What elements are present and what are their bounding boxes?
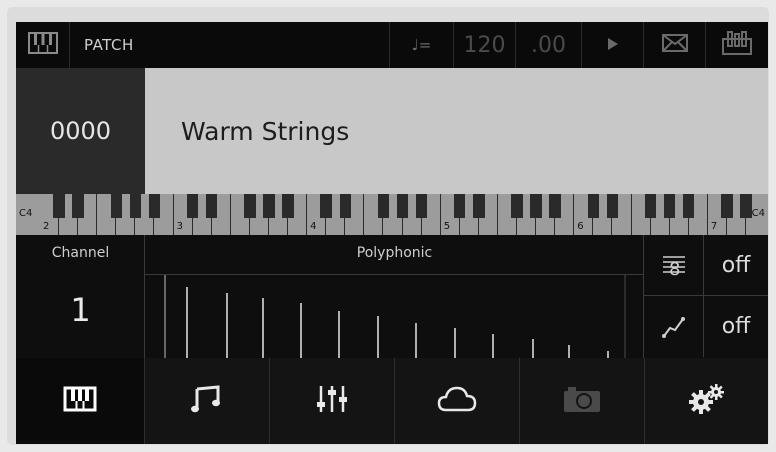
voice-graph	[164, 275, 626, 358]
black-key[interactable]	[644, 194, 657, 218]
black-key[interactable]	[148, 194, 161, 218]
black-key[interactable]	[129, 194, 142, 218]
black-key[interactable]	[244, 194, 256, 218]
play-button[interactable]	[582, 22, 644, 68]
black-key[interactable]	[587, 194, 600, 218]
staff-value: off	[721, 252, 751, 278]
patch-name[interactable]: Warm Strings	[145, 68, 768, 194]
cloud-icon	[437, 385, 477, 417]
octave-label: 4	[310, 221, 317, 232]
staff-setting[interactable]: 8 off	[644, 235, 768, 296]
staff-icon: 8	[644, 235, 704, 295]
keyboard-end-label: C4	[751, 208, 765, 219]
black-key[interactable]	[663, 194, 676, 218]
octave-label: 7	[710, 221, 718, 232]
mail-icon	[661, 34, 688, 56]
black-key[interactable]	[206, 194, 218, 218]
octave-label: 5	[443, 221, 451, 232]
black-key[interactable]	[415, 194, 428, 218]
octave-label: 2	[43, 221, 50, 232]
black-key[interactable]	[53, 194, 65, 218]
bpm-fraction[interactable]: .00	[516, 22, 582, 68]
cloud-tab[interactable]	[395, 358, 520, 444]
black-key[interactable]	[320, 194, 332, 218]
black-key[interactable]	[186, 194, 199, 218]
piano-icon	[63, 386, 97, 416]
piano-icon	[27, 32, 58, 58]
black-key[interactable]	[606, 194, 619, 218]
keyboard-start-label: C4	[19, 208, 33, 219]
play-icon	[607, 36, 619, 55]
camera-icon	[562, 384, 602, 418]
black-key[interactable]	[110, 194, 123, 218]
synth-screen: PATCH ♩= 120 .00 0000 Warm Strings C4 C4…	[16, 22, 768, 444]
black-key[interactable]	[721, 194, 733, 218]
tempo-button[interactable]: ♩=	[390, 22, 454, 68]
mixer-icon	[722, 31, 752, 59]
black-key[interactable]	[511, 194, 523, 218]
black-key[interactable]	[396, 194, 409, 218]
mixer-tab[interactable]	[270, 358, 395, 444]
black-key[interactable]	[683, 194, 695, 218]
music-note-icon	[190, 384, 224, 418]
black-key[interactable]	[740, 194, 752, 218]
mail-button[interactable]	[644, 22, 706, 68]
top-bar: PATCH ♩= 120 .00	[16, 22, 768, 68]
patch-number[interactable]: 0000	[16, 68, 145, 194]
gears-icon	[687, 383, 727, 419]
tab-bar	[16, 358, 768, 444]
metronome-icon: ♩=	[411, 36, 432, 54]
channel-label: Channel	[51, 245, 110, 261]
sliders-icon	[315, 384, 349, 418]
channel-panel[interactable]: Channel 1	[16, 235, 145, 358]
octave-label: 3	[176, 221, 183, 232]
black-key[interactable]	[282, 194, 294, 218]
keyboard-strip[interactable]: C4 C4 2 3 4 5 6 7	[16, 194, 768, 235]
curve-setting[interactable]: off	[644, 296, 768, 357]
curve-icon	[644, 296, 704, 357]
voice-mode-panel[interactable]: Polyphonic	[145, 235, 644, 358]
channel-value: 1	[70, 291, 91, 329]
page-title: PATCH	[70, 22, 390, 68]
settings-tab[interactable]	[645, 358, 768, 444]
black-key[interactable]	[377, 194, 390, 218]
black-key[interactable]	[72, 194, 84, 218]
curve-value: off	[721, 314, 751, 339]
keyboard-tab[interactable]	[16, 358, 145, 444]
camera-tab[interactable]	[520, 358, 645, 444]
svg-text:8: 8	[669, 259, 680, 277]
black-key[interactable]	[549, 194, 561, 218]
bpm-value[interactable]: 120	[454, 22, 516, 68]
sequencer-tab[interactable]	[145, 358, 270, 444]
black-key[interactable]	[339, 194, 351, 218]
black-key[interactable]	[454, 194, 466, 218]
octave-label: 6	[577, 221, 584, 232]
keyboard-menu-button[interactable]	[16, 22, 70, 68]
mixer-button[interactable]	[706, 22, 768, 68]
black-key[interactable]	[473, 194, 485, 218]
black-key[interactable]	[530, 194, 542, 218]
black-key[interactable]	[263, 194, 275, 218]
